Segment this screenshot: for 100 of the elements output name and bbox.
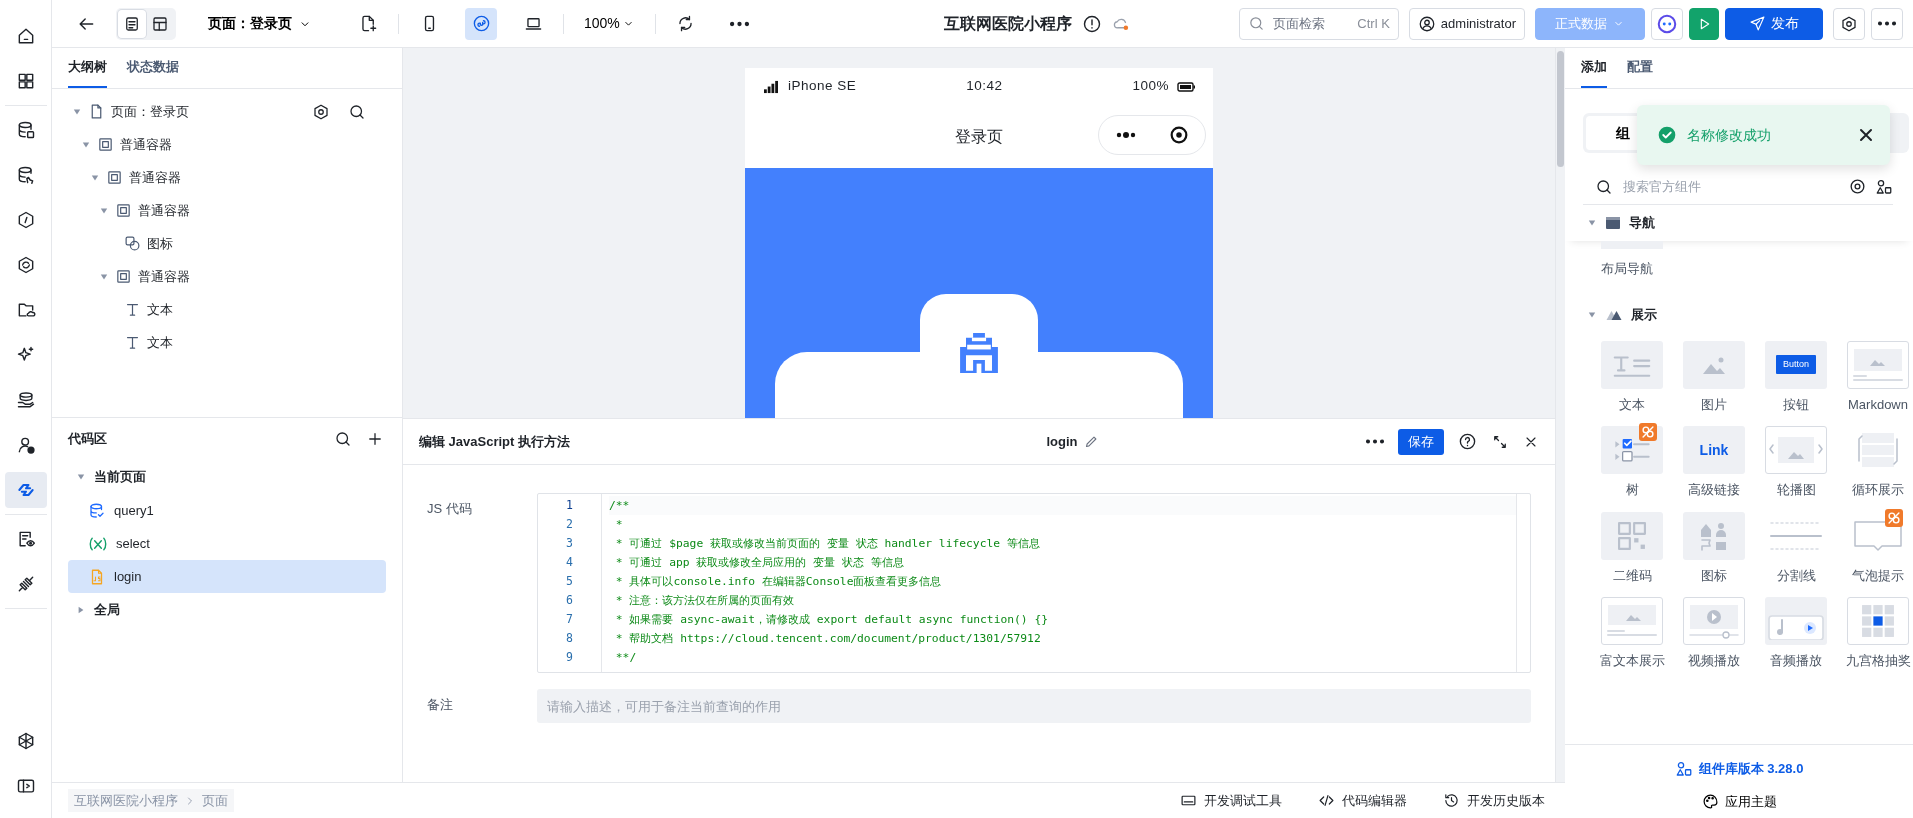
shortcut-hint: Ctrl K [1357,14,1390,33]
view-toggle[interactable] [118,9,146,38]
tool-button[interactable]: 代码编辑器 [1312,789,1413,812]
component-item[interactable]: 图标 [1681,511,1747,585]
scrollbar[interactable] [1557,51,1564,167]
code-item[interactable]: query1 [68,494,386,527]
send-icon [1749,15,1766,32]
toast-message: 名称修改成功 [1687,125,1771,145]
theme-button[interactable]: 应用主题 [1695,790,1783,812]
component-item[interactable]: 二维码 [1599,511,1665,585]
tool-button[interactable]: 开发调试工具 [1174,789,1288,812]
tree-item[interactable]: 文本 [147,332,173,353]
section-label: 导航 [1629,214,1655,233]
expand-arrow[interactable] [100,272,108,281]
edit-icon[interactable] [1083,434,1099,449]
component-item[interactable]: 九宫格抽奖 [1845,597,1911,671]
code-line: * 帮助文档 [614,632,675,645]
tree-item[interactable]: 文本 [147,299,173,320]
line-number: 9 [565,649,574,666]
code-item[interactable]: login [68,560,386,593]
publish-button[interactable]: 发布 [1725,7,1823,40]
component-item[interactable]: Link 高级链接 [1681,426,1747,500]
line-number: 5 [565,573,574,590]
save-button[interactable]: 保存 [1398,428,1444,455]
expand-arrow[interactable] [73,107,81,116]
hand-database-icon[interactable] [15,390,36,410]
code-line: * 可通过 app 获取或修改全局应用的 变量 状态 等信息 [614,555,905,571]
tree-item[interactable]: 普通容器 [138,200,190,221]
document-icon [123,14,141,33]
more-icon [730,20,750,27]
more-icon[interactable] [1366,439,1384,444]
settings-icon[interactable] [312,102,330,121]
search-icon[interactable] [334,430,352,448]
component-item[interactable]: 富文本展示 [1599,597,1665,671]
page-selector[interactable]: 页面：登录页 [202,12,318,35]
component-item[interactable]: Button 按钮 [1763,340,1829,414]
component-item[interactable]: 图片 [1681,340,1747,414]
expand-arrow[interactable] [82,140,90,149]
more-button[interactable] [1871,7,1903,40]
code-line: * [614,517,624,533]
component-item[interactable]: 轮播图 [1763,426,1829,500]
code-icon [1318,792,1335,809]
tree-item[interactable]: 普通容器 [138,266,190,287]
group-label: 全局 [94,601,120,620]
device-toggle[interactable] [465,7,497,40]
app-title: 互联网医院小程序 [944,13,1073,34]
component-item[interactable]: 文本 [1599,340,1665,414]
group-label: 当前页面 [94,468,146,487]
palette-icon [1701,792,1719,810]
method-name: login [1046,432,1078,451]
panel-tab[interactable]: 状态数据 [127,48,179,88]
panel-toggle-icon[interactable] [15,776,36,796]
tree-item[interactable]: 页面：登录页 [111,101,189,122]
tree-item[interactable]: 普通容器 [129,167,181,188]
expand-arrow[interactable] [91,173,99,182]
user-button[interactable]: administrator [1408,7,1525,40]
notes-field[interactable]: 请输入描述，可用于备注当前查询的作用 [537,689,1531,723]
code-line: * 注意：该方法仅在所属的页面有效 [614,593,796,609]
component-item[interactable]: 循环展示 [1845,426,1911,500]
component-item[interactable]: 分割线 [1763,511,1829,585]
help-icon[interactable] [1458,432,1477,451]
locate-icon[interactable] [1848,177,1867,196]
preview-button[interactable] [1689,7,1719,40]
search-icon[interactable] [348,102,366,121]
expand-arrow[interactable] [1588,310,1596,319]
link-circle-icon [471,14,491,33]
zoom-selector[interactable]: 100% [578,12,641,35]
info-icon[interactable] [1082,13,1103,34]
panel-tab[interactable]: 添加 [1581,48,1607,88]
editor-title: 编辑 JavaScript 执行方法 [419,432,571,451]
component-item[interactable]: 气泡提示 [1845,511,1911,585]
shapes-icon[interactable] [1875,177,1893,196]
expand-arrow[interactable] [77,473,85,481]
assistant-button[interactable] [1651,7,1683,40]
expand-arrow[interactable] [77,606,85,614]
component-item[interactable]: 音频播放 [1763,597,1829,671]
tree-item[interactable]: 图标 [147,233,173,254]
settings-button[interactable] [1833,7,1865,40]
tool-button[interactable]: 开发历史版本 [1437,789,1551,812]
component-item[interactable]: 视频播放 [1681,597,1747,671]
panel-tab[interactable]: 大纲树 [68,48,107,88]
grid-lottery-icon [1860,603,1896,639]
robot-icon [1656,12,1678,35]
more-icon[interactable] [1114,129,1137,141]
tree-item[interactable]: 普通容器 [120,134,172,155]
container-icon [106,169,123,186]
code-item[interactable]: select [68,527,386,560]
component-item[interactable]: Markdown [1845,340,1911,414]
add-icon[interactable] [366,430,384,448]
expand-arrow[interactable] [100,206,108,215]
line-number: 4 [565,554,574,571]
battery-text: 100% [1132,77,1169,96]
line-number: 3 [565,535,574,552]
panel-tab[interactable]: 配置 [1627,48,1653,88]
line-number: 6 [565,592,574,609]
component-label[interactable]: 布局导航 [1601,259,1913,279]
doc-link[interactable]: https://cloud.tencent.com/document/product/1301/57912 [680,632,1041,645]
component-item[interactable]: 树 [1599,426,1665,500]
expand-arrow[interactable] [1588,219,1596,227]
container-icon [115,202,132,219]
